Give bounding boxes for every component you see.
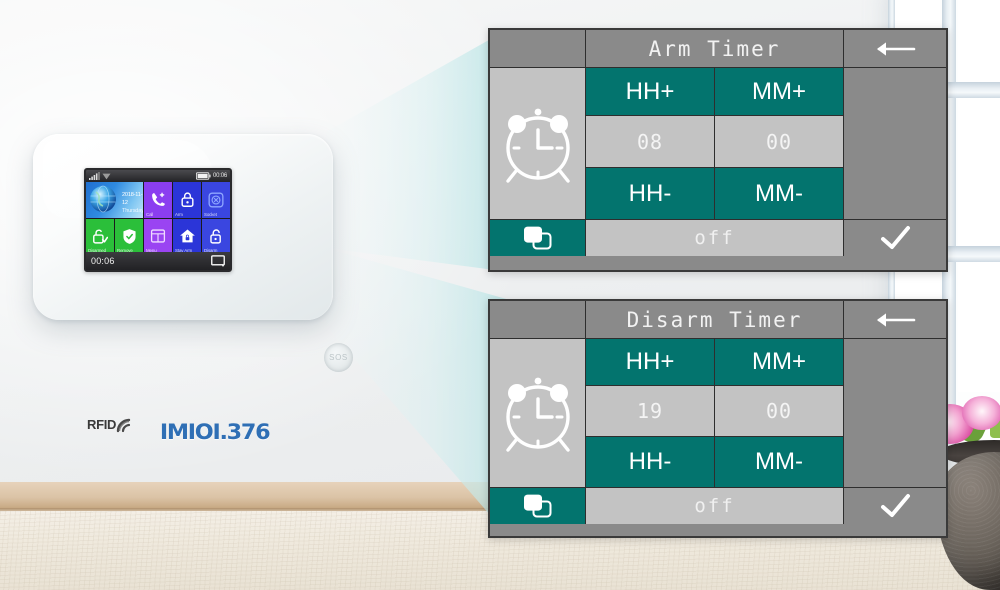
disarm-minute-value[interactable]: 00	[715, 386, 844, 437]
screen-statusbar: 00:06	[86, 170, 230, 182]
tile-weekday: Thursday	[122, 208, 143, 214]
tile-date: 2018-11-12	[122, 192, 143, 206]
tile-menu[interactable]: Menu	[144, 218, 172, 254]
unlock-icon	[209, 229, 221, 244]
arm-panel-title: Arm Timer	[586, 30, 844, 68]
disarm-hour-down-button[interactable]: HH-	[586, 437, 715, 488]
tile-socket[interactable]: Socket	[202, 182, 230, 218]
check-icon	[881, 226, 910, 249]
disarm-minute-down-button[interactable]: MM-	[715, 437, 844, 488]
tile-disarm[interactable]: Disarm	[202, 218, 230, 254]
arm-toggle-button[interactable]	[490, 220, 586, 256]
disarm-status-value[interactable]: off	[586, 488, 844, 524]
tile-call[interactable]: Call	[144, 182, 172, 218]
alarm-clock-icon	[505, 377, 570, 452]
tile-label: Arm	[175, 211, 183, 217]
disarm-panel-title: Disarm Timer	[586, 301, 844, 339]
device-screen[interactable]: 00:06 2018-11-12 Thursday Call Arm Socke…	[84, 168, 232, 272]
alarm-panel-device: 00:06 2018-11-12 Thursday Call Arm Socke…	[33, 134, 353, 444]
screen-navbar: 00:06	[86, 252, 230, 270]
pink-flower	[962, 396, 1000, 430]
tile-remove[interactable]: Remove	[115, 218, 143, 254]
tile-label: Socket	[204, 211, 217, 217]
phone-icon	[151, 192, 165, 207]
arm-hour-value[interactable]: 08	[586, 116, 715, 168]
switch-toggle-icon	[523, 226, 551, 250]
arm-minute-value[interactable]: 00	[715, 116, 844, 168]
home-arm-icon	[179, 229, 195, 243]
tile-label: Call	[146, 211, 154, 217]
battery-icon	[195, 172, 211, 180]
back-arrow-icon	[877, 41, 916, 56]
arm-right-spacer-top	[844, 68, 946, 220]
alarm-clock-icon	[505, 108, 570, 183]
tile-stay-arm[interactable]: Stay Arm	[173, 218, 201, 254]
disarm-back-button[interactable]	[844, 301, 946, 339]
home-tile-grid: 2018-11-12 Thursday Call Arm Socket Disa…	[86, 182, 230, 254]
disarm-right-spacer-top	[844, 339, 946, 488]
screen-icon[interactable]	[211, 255, 225, 267]
disarm-toggle-button[interactable]	[490, 488, 586, 524]
statusbar-time: 00:06	[212, 173, 227, 179]
shield-icon	[122, 228, 136, 244]
menu-card-icon	[150, 229, 166, 243]
tile-disarmed[interactable]: Disarmed	[86, 218, 114, 254]
arm-clock-icon-cell	[490, 68, 586, 220]
tile-arm[interactable]: Arm	[173, 182, 201, 218]
back-arrow-icon	[877, 312, 916, 327]
switch-toggle-icon	[523, 494, 551, 518]
rfid-label: RFID	[87, 417, 133, 433]
socket-icon	[208, 192, 224, 208]
arm-status-value[interactable]: off	[586, 220, 844, 256]
brand-logo: IMIOI.376	[159, 420, 271, 444]
globe-icon	[90, 185, 116, 213]
tile-datetime[interactable]: 2018-11-12 Thursday	[86, 182, 143, 218]
disarm-confirm-button[interactable]	[844, 488, 946, 524]
arm-hour-up-button[interactable]: HH+	[586, 68, 715, 116]
arm-confirm-button[interactable]	[844, 220, 946, 256]
rfid-text: RFID	[87, 417, 117, 432]
unlock-check-icon	[93, 229, 108, 244]
wifi-icon	[102, 173, 111, 180]
sos-button[interactable]: SOS	[324, 343, 353, 372]
disarm-hour-value[interactable]: 19	[586, 386, 715, 437]
disarm-clock-icon-cell	[490, 339, 586, 488]
disarm-timer-panel: Disarm Timer HH+ MM+ 19 00 HH- MM- off	[488, 299, 948, 538]
rfid-waves-icon	[116, 418, 131, 433]
disarm-minute-up-button[interactable]: MM+	[715, 339, 844, 386]
product-scene: 00:06 2018-11-12 Thursday Call Arm Socke…	[0, 0, 1000, 590]
arm-minute-up-button[interactable]: MM+	[715, 68, 844, 116]
arm-timer-panel: Arm Timer HH+ MM+ 08 00 HH- MM- off	[488, 28, 948, 272]
lock-closed-icon	[180, 192, 194, 208]
disarm-header-spacer	[490, 301, 586, 339]
arm-back-button[interactable]	[844, 30, 946, 68]
disarm-hour-up-button[interactable]: HH+	[586, 339, 715, 386]
arm-hour-down-button[interactable]: HH-	[586, 168, 715, 220]
check-icon	[881, 494, 910, 517]
arm-header-spacer	[490, 30, 586, 68]
signal-bars-icon	[89, 172, 100, 180]
arm-minute-down-button[interactable]: MM-	[715, 168, 844, 220]
navbar-time: 00:06	[91, 256, 115, 266]
